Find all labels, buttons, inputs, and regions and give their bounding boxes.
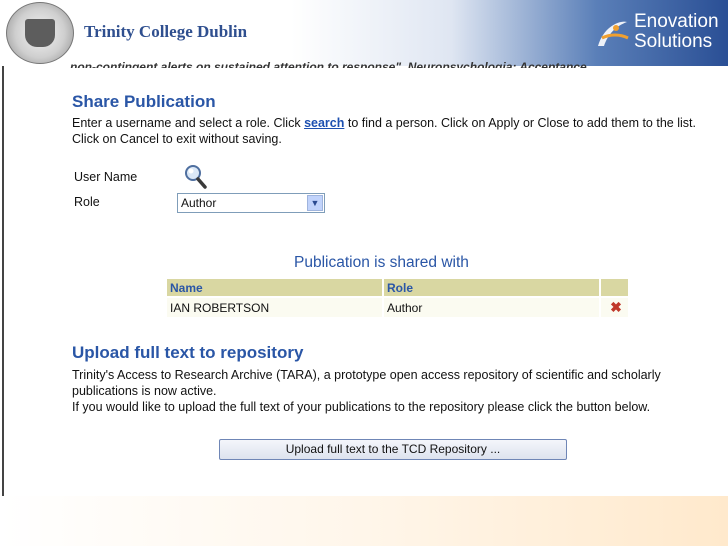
cut-off-text: non-contingent alerts on sustained atten… (70, 60, 587, 68)
column-header-name: Name (167, 279, 384, 297)
row-role: Author (383, 296, 601, 317)
upload-line-1: Trinity's Access to Research Archive (TA… (72, 368, 661, 398)
search-link[interactable]: search (304, 116, 344, 130)
column-header-action (600, 279, 630, 297)
delete-icon[interactable]: ✖ (610, 299, 622, 315)
enovation-logo-icon (598, 21, 629, 46)
upload-description: Trinity's Access to Research Archive (TA… (72, 367, 702, 415)
search-icon[interactable] (183, 163, 207, 189)
chevron-down-icon[interactable]: ▼ (307, 195, 323, 211)
upload-full-text-button[interactable]: Upload full text to the TCD Repository .… (219, 439, 567, 460)
brand-line-2: Solutions (634, 31, 713, 52)
share-instructions: Enter a username and select a role. Clic… (72, 115, 702, 147)
brand-line-1: Enovation (634, 11, 719, 32)
row-name: IAN ROBERTSON (167, 296, 384, 317)
upload-heading: Upload full text to repository (72, 343, 304, 362)
shared-with-table: Name Role IAN ROBERTSON Author ✖ (167, 279, 630, 317)
instr-text-before: Enter a username and select a role. Clic… (72, 116, 305, 130)
role-label: Role (74, 195, 100, 209)
college-name: Trinity College Dublin (84, 22, 248, 41)
left-frame-line (2, 66, 4, 496)
column-header-role: Role (383, 279, 601, 297)
role-select-value: Author (181, 196, 217, 210)
enovation-brand: Enovation Solutions (634, 12, 719, 52)
share-publication-heading: Share Publication (72, 92, 216, 111)
footer-background (0, 496, 728, 546)
tcd-crest-logo (6, 2, 74, 64)
upload-line-2: If you would like to upload the full tex… (72, 400, 651, 414)
table-header-row: Name Role (167, 279, 630, 297)
shared-with-title: Publication is shared with (294, 254, 469, 271)
table-row: IAN ROBERTSON Author ✖ (167, 296, 630, 317)
user-name-label: User Name (74, 170, 138, 184)
role-select[interactable]: Author ▼ (177, 193, 325, 213)
